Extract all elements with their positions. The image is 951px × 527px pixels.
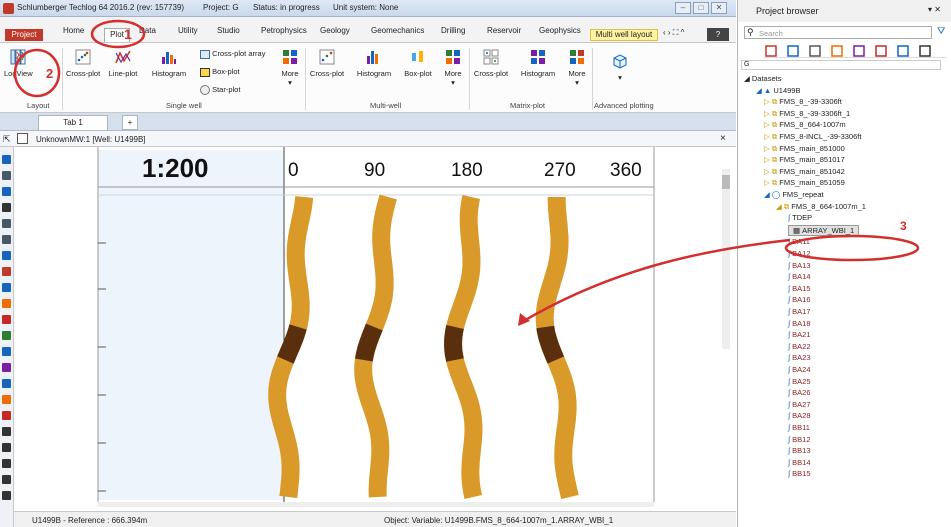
annotation-number-3: 3 — [900, 219, 907, 233]
annotation-arrow — [521, 238, 791, 324]
annotation-number-1: 1 — [124, 26, 132, 42]
annotation-circle-array — [784, 234, 920, 262]
annotation-number-2: 2 — [46, 66, 53, 81]
techlog-window: Schlumberger Techlog 64 2016.2 (rev: 157… — [0, 0, 951, 527]
annotation-overlay: 1 2 3 — [13, 19, 920, 326]
annotation-circle-plot — [90, 19, 146, 49]
